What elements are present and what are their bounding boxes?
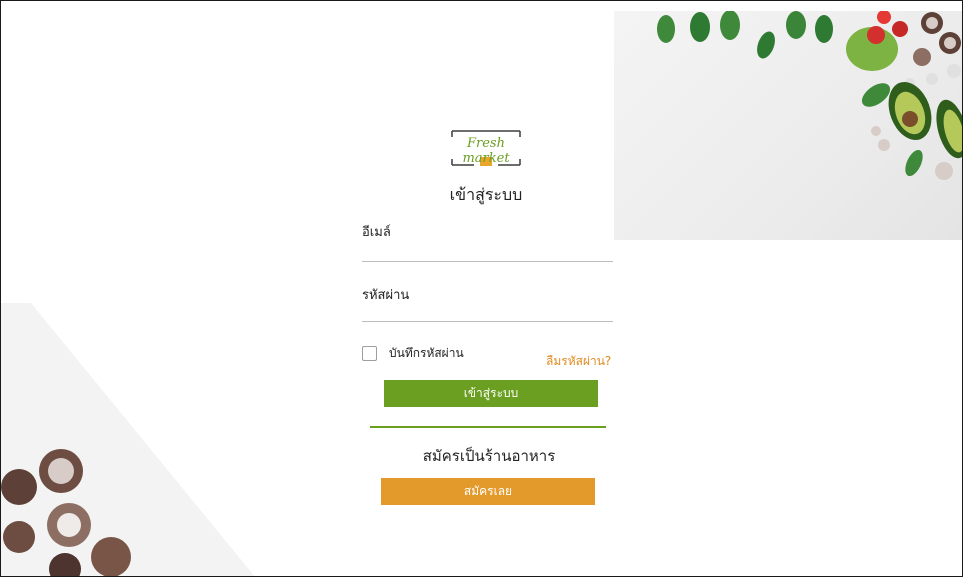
remember-checkbox[interactable] bbox=[362, 346, 377, 361]
password-input[interactable] bbox=[362, 297, 613, 322]
mushrooms-background-image bbox=[1, 1, 301, 576]
email-input[interactable] bbox=[362, 237, 613, 262]
section-divider bbox=[370, 426, 606, 428]
vegetables-background-image bbox=[614, 11, 962, 240]
fresh-market-logo: Fresh market bbox=[444, 121, 528, 171]
login-title: เข้าสู่ระบบ bbox=[449, 185, 523, 204]
register-button[interactable]: สมัครเลย bbox=[381, 478, 595, 505]
forgot-password-link[interactable]: ลืมรหัสผ่าน? bbox=[546, 352, 611, 371]
login-button[interactable]: เข้าสู่ระบบ bbox=[384, 380, 598, 407]
register-restaurant-title: สมัครเป็นร้านอาหาร bbox=[422, 447, 556, 465]
logo-text: Fresh market bbox=[462, 136, 510, 166]
login-page: Fresh market เข้าสู่ระบบ อีเมล์ รหัสผ่าน… bbox=[0, 0, 963, 577]
remember-password-option[interactable]: บันทึกรหัสผ่าน bbox=[362, 344, 464, 363]
remember-label: บันทึกรหัสผ่าน bbox=[389, 346, 464, 360]
